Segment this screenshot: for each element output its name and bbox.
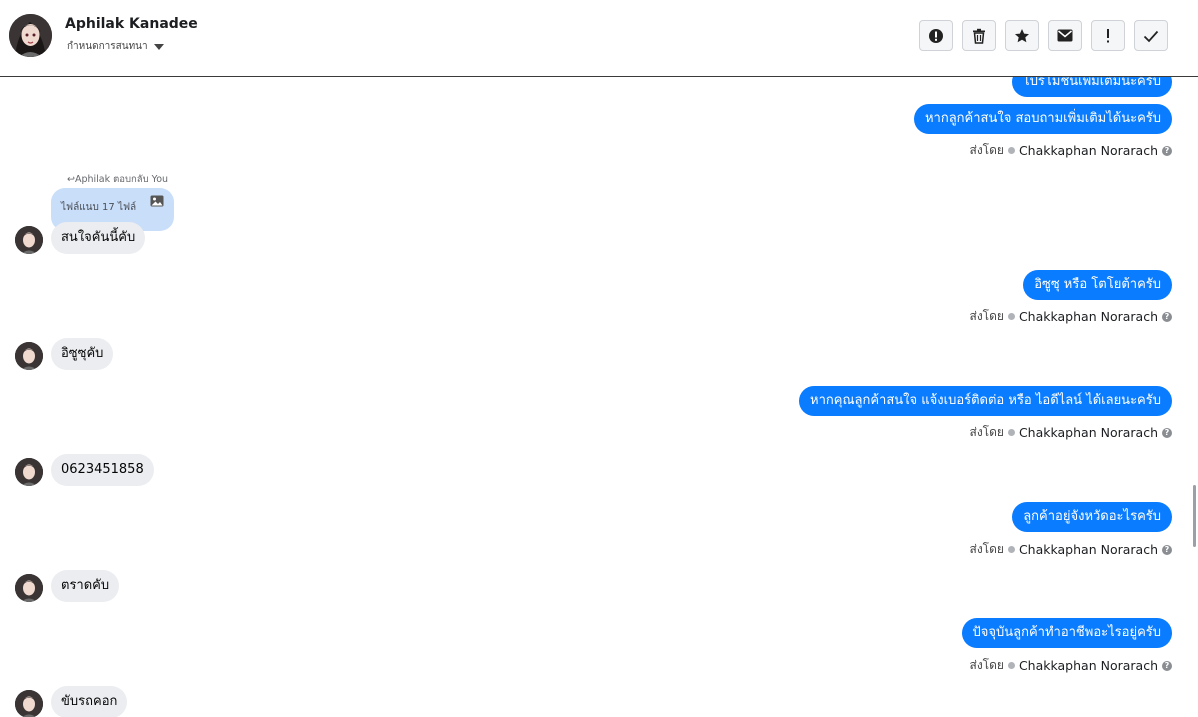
mail-icon bbox=[1057, 29, 1073, 42]
star-icon bbox=[1015, 28, 1029, 42]
avatar bbox=[15, 574, 43, 602]
outgoing-message: ลูกค้าอยู่จังหวัดอะไรครับ bbox=[1012, 502, 1172, 532]
incoming-message: ขับรถคอก bbox=[51, 686, 128, 717]
sender-name: Chakkaphan Norarach bbox=[1018, 309, 1158, 324]
exclamation-icon bbox=[1107, 28, 1109, 42]
avatar bbox=[15, 226, 43, 254]
check-icon bbox=[1143, 30, 1159, 42]
help-icon[interactable]: ? bbox=[1162, 427, 1172, 438]
outgoing-message: ปัจจุบันลูกค้าทำอาชีพอะไรอยู่ครับ bbox=[961, 618, 1172, 648]
sent-by-label: ส่งโดย bbox=[969, 542, 1004, 556]
delete-button[interactable] bbox=[962, 20, 996, 51]
alert-circle-icon bbox=[929, 28, 943, 43]
reply-context-label: Aphilak ตอบกลับ You bbox=[74, 174, 169, 185]
incoming-message: 0623451858 bbox=[51, 454, 154, 486]
contact-name: Aphilak Kanadee bbox=[65, 16, 198, 32]
avatar bbox=[15, 690, 43, 717]
mail-button[interactable] bbox=[1048, 20, 1082, 51]
attachment-count: ไฟล์แนบ 17 ไฟล์ bbox=[61, 202, 137, 213]
alert-button[interactable] bbox=[919, 20, 953, 51]
help-icon[interactable]: ? bbox=[1162, 311, 1172, 322]
help-icon[interactable]: ? bbox=[1162, 544, 1172, 555]
sent-by-label: ส่งโดย bbox=[969, 658, 1004, 672]
sent-by-label: ส่งโดย bbox=[969, 425, 1004, 439]
scrollbar-thumb[interactable] bbox=[1193, 485, 1196, 547]
help-icon[interactable]: ? bbox=[1162, 145, 1172, 156]
sender-name: Chakkaphan Norarach bbox=[1018, 658, 1158, 673]
sender-name: Chakkaphan Norarach bbox=[1018, 143, 1158, 158]
trash-icon bbox=[973, 28, 985, 44]
outgoing-message: โปรโมชั่นเพิ่มเติมนะครับ bbox=[1011, 77, 1172, 97]
sent-by-line: ส่งโดย Chakkaphan Norarach ? bbox=[969, 656, 1172, 675]
incoming-message: สนใจคันนี้คับ bbox=[51, 222, 146, 254]
incoming-message: อิซูซุคับ bbox=[51, 338, 114, 370]
sender-name: Chakkaphan Norarach bbox=[1018, 425, 1158, 440]
sender-name: Chakkaphan Norarach bbox=[1018, 542, 1158, 557]
sent-by-label: ส่งโดย bbox=[969, 143, 1004, 157]
status-dot-icon bbox=[1007, 662, 1015, 669]
sent-by-line: ส่งโดย Chakkaphan Norarach ? bbox=[969, 141, 1172, 160]
conversation-header: Aphilak Kanadee กำหนดการสนทนา bbox=[0, 0, 1198, 77]
help-icon[interactable]: ? bbox=[1162, 660, 1172, 671]
star-button[interactable] bbox=[1005, 20, 1039, 51]
status-dot-icon bbox=[1007, 313, 1015, 320]
sent-by-line: ส่งโดย Chakkaphan Norarach ? bbox=[969, 423, 1172, 442]
contact-avatar[interactable] bbox=[9, 14, 52, 57]
incoming-message: ตราดคับ bbox=[51, 570, 120, 602]
sent-by-label: ส่งโดย bbox=[969, 309, 1004, 323]
important-button[interactable] bbox=[1091, 20, 1125, 51]
conversation-schedule-label: กำหนดการสนทนา bbox=[67, 41, 148, 52]
status-dot-icon bbox=[1007, 147, 1015, 154]
conversation-schedule-dropdown[interactable]: กำหนดการสนทนา bbox=[67, 39, 164, 54]
outgoing-message: หากคุณลูกค้าสนใจ แจ้งเบอร์ติดต่อ หรือ ไอ… bbox=[799, 386, 1172, 416]
message-thread[interactable]: โปรโมชั่นเพิ่มเติมนะครับ หากลูกค้าสนใจ ส… bbox=[0, 77, 1198, 717]
sent-by-line: ส่งโดย Chakkaphan Norarach ? bbox=[969, 540, 1172, 559]
avatar bbox=[15, 458, 43, 486]
status-dot-icon bbox=[1007, 546, 1015, 553]
reply-context: ↩Aphilak ตอบกลับ You bbox=[67, 174, 169, 185]
avatar bbox=[15, 342, 43, 370]
outgoing-message: อิซูซุ หรือ โตโยต้าครับ bbox=[1023, 270, 1172, 300]
image-icon bbox=[150, 195, 164, 207]
status-dot-icon bbox=[1007, 429, 1015, 436]
sent-by-line: ส่งโดย Chakkaphan Norarach ? bbox=[969, 307, 1172, 326]
mark-done-button[interactable] bbox=[1134, 20, 1168, 51]
outgoing-message: หากลูกค้าสนใจ สอบถามเพิ่มเติมได้นะครับ bbox=[913, 104, 1172, 134]
chevron-down-icon bbox=[153, 43, 164, 50]
